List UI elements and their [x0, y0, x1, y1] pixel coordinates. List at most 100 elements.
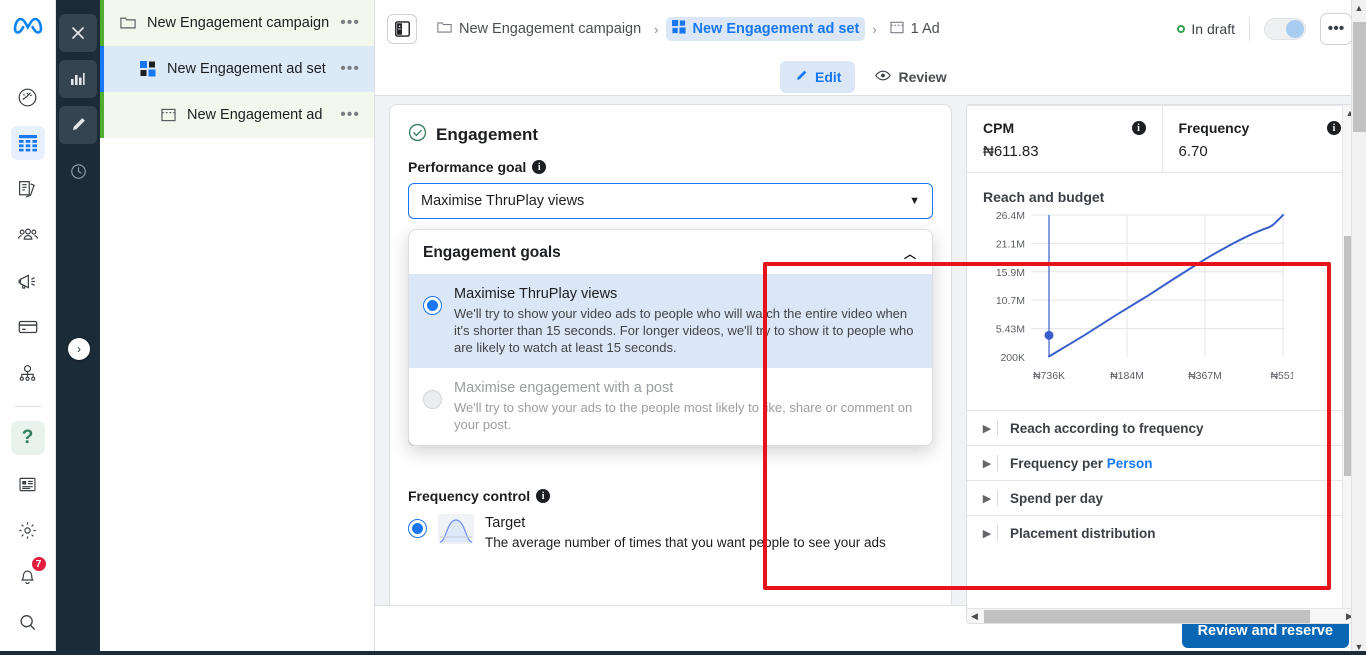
left-nav-rail: ? 7 — [0, 0, 56, 655]
svg-text:₦184M: ₦184M — [1110, 370, 1144, 382]
news-icon[interactable] — [11, 467, 45, 501]
tree-label: New Engagement ad — [187, 107, 323, 123]
chevron-right-icon: ▶ — [982, 527, 992, 540]
clock-icon[interactable] — [59, 152, 97, 190]
tree-label: New Engagement ad set — [167, 61, 326, 77]
scroll-left-icon[interactable]: ◀ — [967, 611, 982, 622]
tree-row-menu-button[interactable]: ••• — [336, 106, 364, 124]
share-icon[interactable] — [11, 356, 45, 390]
chevron-down-icon: ▼ — [909, 195, 920, 207]
tab-label: Review — [898, 69, 947, 85]
metric-value: 6.70 — [1178, 143, 1208, 160]
breadcrumb-ad[interactable]: 1 Ad — [884, 18, 946, 41]
metric-label: Frequency — [1178, 120, 1250, 136]
gear-icon[interactable] — [11, 513, 45, 547]
table-icon[interactable] — [10, 126, 45, 160]
info-icon[interactable]: i — [536, 489, 551, 503]
rail-icon-list: ? 7 — [0, 80, 55, 655]
accordion-placement-distribution[interactable]: ▶ Placement distribution — [967, 515, 1357, 550]
pages-icon[interactable] — [11, 172, 45, 206]
frequency-option-target[interactable]: Target The average number of times that … — [408, 514, 933, 552]
tree-row-adset[interactable]: New Engagement ad set ••• — [100, 46, 374, 92]
ad-window-icon — [158, 108, 178, 122]
dropdown-option-desc: We'll try to show your video ads to peop… — [454, 306, 914, 355]
radio-post-engagement[interactable] — [423, 390, 442, 409]
page-vertical-scrollbar[interactable]: ▲ ▼ — [1351, 0, 1366, 655]
info-icon[interactable]: i — [532, 160, 547, 174]
audiences-icon[interactable] — [11, 218, 45, 252]
performance-goal-select[interactable]: Maximise ThruPlay views ▼ — [408, 183, 933, 219]
tab-label: Edit — [815, 69, 842, 85]
metric-head: Frequency i — [1178, 120, 1341, 136]
help-icon[interactable]: ? — [10, 421, 45, 455]
status-badge: In draft — [1177, 21, 1235, 37]
info-icon[interactable]: i — [1131, 121, 1146, 135]
tree-row-menu-button[interactable]: ••• — [336, 14, 364, 32]
notification-badge: 7 — [30, 556, 47, 572]
dropdown-option-thruplay[interactable]: Maximise ThruPlay views We'll try to sho… — [409, 274, 932, 368]
tab-edit[interactable]: Edit — [780, 61, 856, 93]
card-title-label: Engagement — [436, 125, 539, 144]
breadcrumb-adset[interactable]: New Engagement ad set — [665, 17, 866, 41]
accordion-frequency-per-person[interactable]: ▶ Frequency per Person — [967, 445, 1357, 480]
search-icon[interactable] — [11, 605, 45, 639]
preview-horizontal-scrollbar[interactable]: ◀ ▶ — [967, 608, 1357, 623]
svg-text:₦551: ₦551 — [1270, 370, 1293, 382]
scroll-track[interactable] — [1352, 16, 1366, 639]
dropdown-option-post-engagement[interactable]: Maximise engagement with a post We'll tr… — [409, 368, 932, 445]
panel-toggle-icon[interactable] — [387, 14, 417, 44]
megaphone-icon[interactable] — [11, 264, 45, 298]
info-icon[interactable]: i — [1327, 121, 1341, 135]
frequency-option-text: Target The average number of times that … — [485, 514, 886, 552]
tree-row-ad[interactable]: New Engagement ad ••• — [100, 92, 374, 138]
svg-text:15.9M: 15.9M — [996, 267, 1025, 279]
metric-frequency: Frequency i 6.70 — [1163, 106, 1358, 172]
scroll-thumb[interactable] — [984, 610, 1310, 623]
scroll-up-icon[interactable]: ▲ — [1355, 0, 1364, 16]
folder-icon — [118, 16, 138, 30]
chart-bars-icon[interactable] — [59, 60, 97, 98]
app-root: ? 7 › New Engagement campaign ••• New En… — [0, 0, 1366, 655]
meta-logo-icon[interactable] — [11, 14, 45, 34]
radio-target[interactable] — [408, 519, 427, 538]
bell-icon[interactable]: 7 — [11, 556, 47, 593]
chevron-up-icon[interactable]: ︿ — [904, 245, 916, 262]
scroll-track[interactable] — [982, 609, 1342, 623]
estimates-panel: CPM i ₦611.83 Frequency i 6.70 Reach and… — [966, 104, 1358, 624]
expand-rail-button[interactable]: › — [68, 338, 90, 360]
close-icon[interactable] — [59, 14, 97, 52]
divider — [997, 420, 998, 436]
status-bar-blue — [100, 46, 104, 92]
check-circle-icon — [408, 123, 427, 147]
pencil-icon[interactable] — [59, 106, 97, 144]
tree-row-menu-button[interactable]: ••• — [336, 60, 364, 78]
scroll-thumb[interactable] — [1353, 22, 1366, 132]
dropdown-header[interactable]: Engagement goals ︿ — [409, 230, 932, 274]
adset-grid-icon — [138, 61, 158, 77]
tree-label: New Engagement campaign — [147, 15, 330, 31]
accordion-spend-per-day[interactable]: ▶ Spend per day — [967, 480, 1357, 515]
chevron-right-icon: ▶ — [982, 457, 992, 470]
preview-column: CPM i ₦611.83 Frequency i 6.70 Reach and… — [966, 96, 1366, 624]
tree-row-campaign[interactable]: New Engagement campaign ••• — [100, 0, 374, 46]
breadcrumb-campaign[interactable]: New Engagement campaign — [431, 18, 647, 41]
rail-divider — [14, 406, 41, 407]
accordion-reach-frequency[interactable]: ▶ Reach according to frequency — [967, 410, 1357, 445]
tab-review[interactable]: Review — [861, 61, 960, 93]
settings-column: Engagement Performance goal i Maximise T… — [375, 96, 966, 605]
folder-icon — [437, 21, 452, 38]
radio-thruplay[interactable] — [423, 296, 442, 315]
dropdown-option-text: Maximise ThruPlay views We'll try to sho… — [454, 284, 918, 356]
more-options-button[interactable]: ••• — [1320, 13, 1352, 45]
status-label: In draft — [1191, 21, 1235, 37]
frequency-control-section: Frequency control i Target The average n… — [390, 488, 951, 552]
activation-toggle[interactable] — [1264, 18, 1306, 40]
pencil-icon — [794, 69, 808, 86]
billing-icon[interactable] — [11, 310, 45, 344]
dropdown-option-desc: We'll try to show your ads to the people… — [454, 400, 913, 432]
speedometer-icon[interactable] — [11, 80, 45, 114]
accordion-label-link[interactable]: Person — [1107, 456, 1153, 471]
dark-tool-rail: › — [56, 0, 100, 655]
svg-text:26.4M: 26.4M — [996, 210, 1025, 222]
metric-row: CPM i ₦611.83 Frequency i 6.70 — [967, 105, 1357, 173]
